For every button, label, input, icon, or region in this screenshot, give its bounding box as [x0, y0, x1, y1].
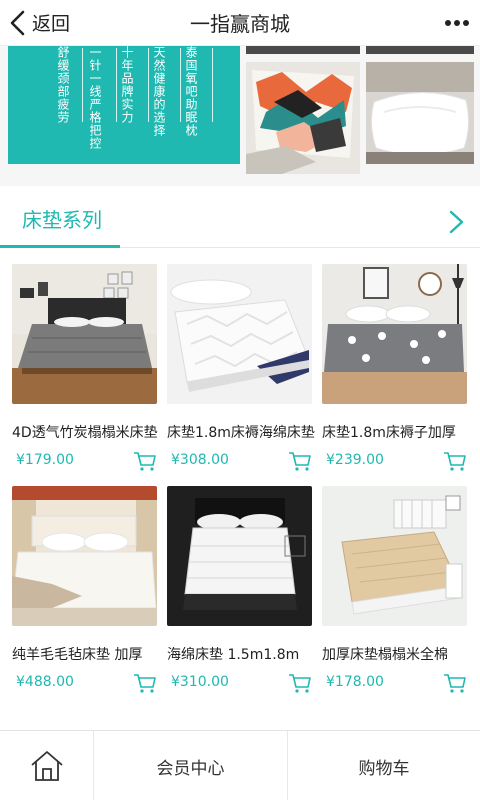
divider: [82, 48, 83, 122]
divider: [148, 48, 149, 122]
bottom-nav: 会员中心 购物车: [0, 730, 480, 800]
section-underline: [0, 245, 120, 248]
cart-icon[interactable]: [288, 450, 312, 472]
section-header: 床垫系列: [0, 196, 480, 248]
product-card[interactable]: 床垫1.8m床褥子加厚 ¥239.00: [322, 264, 467, 474]
more-dots-icon: [445, 19, 469, 26]
tab-cart[interactable]: 购物车: [288, 731, 480, 800]
cart-icon[interactable]: [133, 450, 157, 472]
product-price: ¥179.00: [16, 452, 74, 468]
product-name: 加厚床垫榻榻米全棉: [322, 647, 448, 663]
product-price: ¥488.00: [16, 674, 74, 690]
product-image: [322, 264, 467, 404]
product-card[interactable]: 4D透气竹炭榻榻米床垫 ¥179.00: [12, 264, 158, 474]
product-image: [12, 264, 157, 404]
product-image: [167, 264, 312, 404]
home-icon: [30, 751, 63, 781]
divider: [116, 48, 117, 122]
product-card[interactable]: 床垫1.8m床褥海绵床垫 ¥308.00: [167, 264, 315, 474]
chevron-left-icon: [10, 10, 25, 35]
product-price: ¥239.00: [326, 452, 384, 468]
banner-line: 一针一线严格把控: [88, 46, 102, 150]
image-edge: [246, 46, 360, 54]
pillow-image: [246, 62, 360, 174]
product-name: 床垫1.8m床褥子加厚: [322, 425, 456, 441]
product-card[interactable]: 纯羊毛毛毡床垫 加厚 ¥488.00: [12, 486, 157, 696]
divider: [212, 48, 213, 122]
product-price: ¥178.00: [326, 674, 384, 690]
product-price: ¥308.00: [171, 452, 229, 468]
product-name: 4D透气竹炭榻榻米床垫: [12, 425, 158, 441]
cart-icon[interactable]: [288, 672, 312, 694]
cart-icon[interactable]: [133, 672, 157, 694]
banner-line: 十年品牌实力: [120, 46, 134, 124]
product-card[interactable]: 海绵床垫 1.5m1.8m ¥310.00: [167, 486, 312, 696]
pillow-image: [366, 62, 474, 164]
page-title: 一指赢商城: [190, 12, 290, 36]
product-image: [12, 486, 157, 626]
banner-line: 天然健康的选择: [152, 46, 166, 137]
tab-home[interactable]: [0, 731, 94, 800]
banner-line: 泰国氧吧助眠枕: [184, 46, 198, 137]
section-title: 床垫系列: [22, 208, 102, 232]
back-label: 返回: [32, 13, 71, 35]
product-name: 海绵床垫 1.5m1.8m: [167, 647, 300, 663]
more-button[interactable]: [434, 0, 480, 46]
image-edge: [366, 46, 474, 54]
back-button[interactable]: 返回: [0, 0, 70, 46]
product-image: [322, 486, 467, 626]
chevron-right-icon[interactable]: [444, 208, 468, 236]
tab-member-center[interactable]: 会员中心: [94, 731, 288, 800]
cart-icon[interactable]: [443, 672, 467, 694]
product-card[interactable]: 加厚床垫榻榻米全棉 ¥178.00: [322, 486, 467, 696]
divider: [180, 48, 181, 122]
promo-banner[interactable]: 舒缓颈部疲劳 一针一线严格把控 十年品牌实力 天然健康的选择 泰国氧吧助眠枕: [0, 46, 480, 186]
product-name: 纯羊毛毛毡床垫 加厚: [12, 647, 143, 663]
banner-line: 舒缓颈部疲劳: [56, 46, 70, 124]
product-price: ¥310.00: [171, 674, 229, 690]
top-bar: 返回 一指赢商城: [0, 0, 480, 46]
banner-text-panel: 舒缓颈部疲劳 一针一线严格把控 十年品牌实力 天然健康的选择 泰国氧吧助眠枕: [8, 46, 240, 164]
cart-icon[interactable]: [443, 450, 467, 472]
product-name: 床垫1.8m床褥海绵床垫: [167, 425, 315, 441]
product-image: [167, 486, 312, 626]
